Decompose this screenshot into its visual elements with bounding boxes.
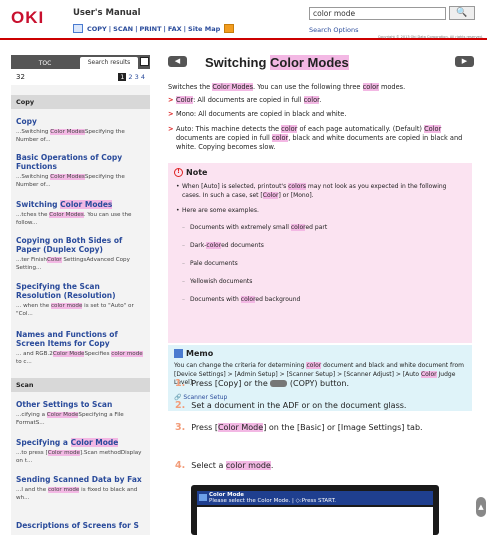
- rss-icon[interactable]: [224, 24, 235, 33]
- step-4: 4. Select a color mode.: [175, 460, 274, 471]
- result-item[interactable]: Copy ...Switching Color ModesSpecifying …: [11, 117, 150, 144]
- result-snippet: ...Switching Color ModesSpecifying the N…: [16, 129, 125, 143]
- note-box: ! Note When [Auto] is selected, printout…: [168, 163, 472, 343]
- nav-scan[interactable]: SCAN: [113, 25, 133, 33]
- search-options-link[interactable]: Search Options: [309, 26, 358, 34]
- result-snippet: ...tches the Color Modes. You can use th…: [16, 212, 132, 226]
- sidebar-tabs: TOC Search results: [11, 55, 150, 69]
- main-content: ◀ Switching Color Modes ▶ Switches the C…: [168, 55, 474, 535]
- tab-search-results[interactable]: Search results: [80, 57, 138, 69]
- alert-icon: !: [174, 168, 183, 177]
- result-item[interactable]: Specifying a Color Mode ...to press [Col…: [11, 438, 150, 465]
- page-2[interactable]: 2: [128, 73, 132, 81]
- header: OKI User's Manual COPY | SCAN | PRINT | FAX…: [0, 0, 487, 40]
- oki-logo[interactable]: OKI: [11, 8, 44, 28]
- page-1[interactable]: 1: [118, 73, 127, 81]
- header-nav: COPY | SCAN | PRINT | FAX | Site Map: [73, 24, 235, 33]
- category-scan: Scan: [11, 378, 150, 392]
- result-title[interactable]: Basic Operations of Copy Functions: [16, 153, 145, 171]
- intro-text: Switches the Color Modes. You can use th…: [168, 83, 406, 91]
- screen-header: Color Mode Please select the Color Mode.…: [197, 491, 433, 505]
- note-header: ! Note: [174, 168, 207, 177]
- result-item[interactable]: Specifying the Scan Resolution (Resoluti…: [11, 282, 150, 318]
- result-snippet: ...Switching Color ModesSpecifying the N…: [16, 174, 125, 188]
- memo-header: Memo: [174, 349, 213, 358]
- note-example: Documents with colored background: [182, 296, 300, 303]
- result-title[interactable]: Names and Functions of Screen Items for …: [16, 330, 145, 348]
- result-snippet: ...l and the color mode is fixed to blac…: [16, 487, 138, 501]
- sidebar-collapse-icon[interactable]: [140, 57, 149, 66]
- result-title[interactable]: Copying on Both Sides of Paper (Duplex C…: [16, 236, 145, 254]
- result-snippet: ...to press [Color mode].Scan methodDisp…: [16, 450, 142, 464]
- note-example: Yellowish documents: [182, 278, 252, 285]
- tab-toc[interactable]: TOC: [16, 58, 74, 69]
- nav-fax[interactable]: FAX: [168, 25, 182, 33]
- note-bullet: Here are some examples.: [176, 207, 466, 216]
- page-4[interactable]: 4: [141, 73, 145, 81]
- result-item[interactable]: Descriptions of Screens for S: [11, 521, 150, 530]
- note-example: Pale documents: [182, 260, 238, 267]
- mode-mono: Mono: All documents are copied in black …: [168, 110, 472, 119]
- mode-auto: Auto: This machine detects the color of …: [168, 125, 472, 152]
- result-snippet: ... when the color mode is set to "Auto"…: [16, 303, 134, 317]
- note-example: Documents with extremely small colored p…: [182, 224, 327, 231]
- mode-color: Color: All documents are copied in full …: [168, 96, 472, 105]
- result-item[interactable]: Copying on Both Sides of Paper (Duplex C…: [11, 236, 150, 272]
- copy-button-icon: [270, 380, 288, 387]
- category-copy: Copy: [11, 95, 150, 109]
- page-3[interactable]: 3: [135, 73, 139, 81]
- memo-title: Memo: [186, 349, 214, 358]
- result-title[interactable]: Specifying a Color Mode: [16, 438, 145, 447]
- next-page-button[interactable]: ▶: [455, 56, 474, 67]
- nav-print[interactable]: PRINT: [139, 25, 161, 33]
- sidebar: TOC Search results 32 1 2 3 4 Copy Copy …: [11, 55, 150, 535]
- copyright: Copyright © 2013 Oki Data Corporation. A…: [377, 35, 483, 39]
- result-snippet: ...ter FinishColor SettingsAdvanced Copy…: [16, 257, 130, 271]
- note-bullet: When [Auto] is selected, printout's colo…: [176, 183, 466, 200]
- search-input[interactable]: color mode: [309, 7, 446, 20]
- result-item[interactable]: Other Settings to Scan ...cifying a Colo…: [11, 400, 150, 427]
- result-item[interactable]: Names and Functions of Screen Items for …: [11, 330, 150, 366]
- scroll-top-button[interactable]: ▲: [476, 497, 486, 517]
- result-title[interactable]: Specifying the Scan Resolution (Resoluti…: [16, 282, 145, 300]
- step-3: 3. Press [Color Mode] on the [Basic] or …: [175, 422, 423, 433]
- result-count-row: 32 1 2 3 4: [11, 69, 150, 85]
- result-item[interactable]: Sending Scanned Data by Fax ...l and the…: [11, 475, 150, 502]
- nav-copy[interactable]: COPY: [87, 25, 107, 33]
- color-mode-screenshot: Color Mode Please select the Color Mode.…: [191, 485, 439, 535]
- result-title[interactable]: Copy: [16, 117, 145, 126]
- page-title: Switching Color Modes: [205, 55, 349, 70]
- result-snippet: ... and RGB.2Color ModeSpecifies color m…: [16, 351, 143, 365]
- manual-title: User's Manual: [73, 8, 141, 18]
- memo-icon: [174, 349, 183, 358]
- note-example: Dark-colored documents: [182, 242, 264, 249]
- result-item[interactable]: Switching Color Modes ...tches the Color…: [11, 200, 150, 227]
- screen-icon: [199, 494, 207, 501]
- search-button[interactable]: 🔍: [449, 6, 475, 20]
- note-title: Note: [186, 168, 208, 177]
- result-title[interactable]: Switching Color Modes: [16, 200, 145, 209]
- step-2: 2. Set a document in the ADF or on the d…: [175, 400, 407, 411]
- nav-site-map[interactable]: Site Map: [188, 25, 220, 33]
- step-1: 1. Press [Copy] or the (COPY) button.: [175, 378, 349, 389]
- home-icon[interactable]: [73, 24, 83, 33]
- prev-page-button[interactable]: ◀: [168, 56, 187, 67]
- result-count: 32: [16, 73, 25, 81]
- result-title[interactable]: Sending Scanned Data by Fax: [16, 475, 145, 484]
- result-title[interactable]: Descriptions of Screens for S: [16, 521, 145, 530]
- result-snippet: ...cifying a Color ModeSpecifying a File…: [16, 412, 124, 426]
- result-title[interactable]: Other Settings to Scan: [16, 400, 145, 409]
- result-item[interactable]: Basic Operations of Copy Functions ...Sw…: [11, 153, 150, 189]
- screen-body: [197, 507, 433, 535]
- pagination: 1 2 3 4: [118, 73, 145, 81]
